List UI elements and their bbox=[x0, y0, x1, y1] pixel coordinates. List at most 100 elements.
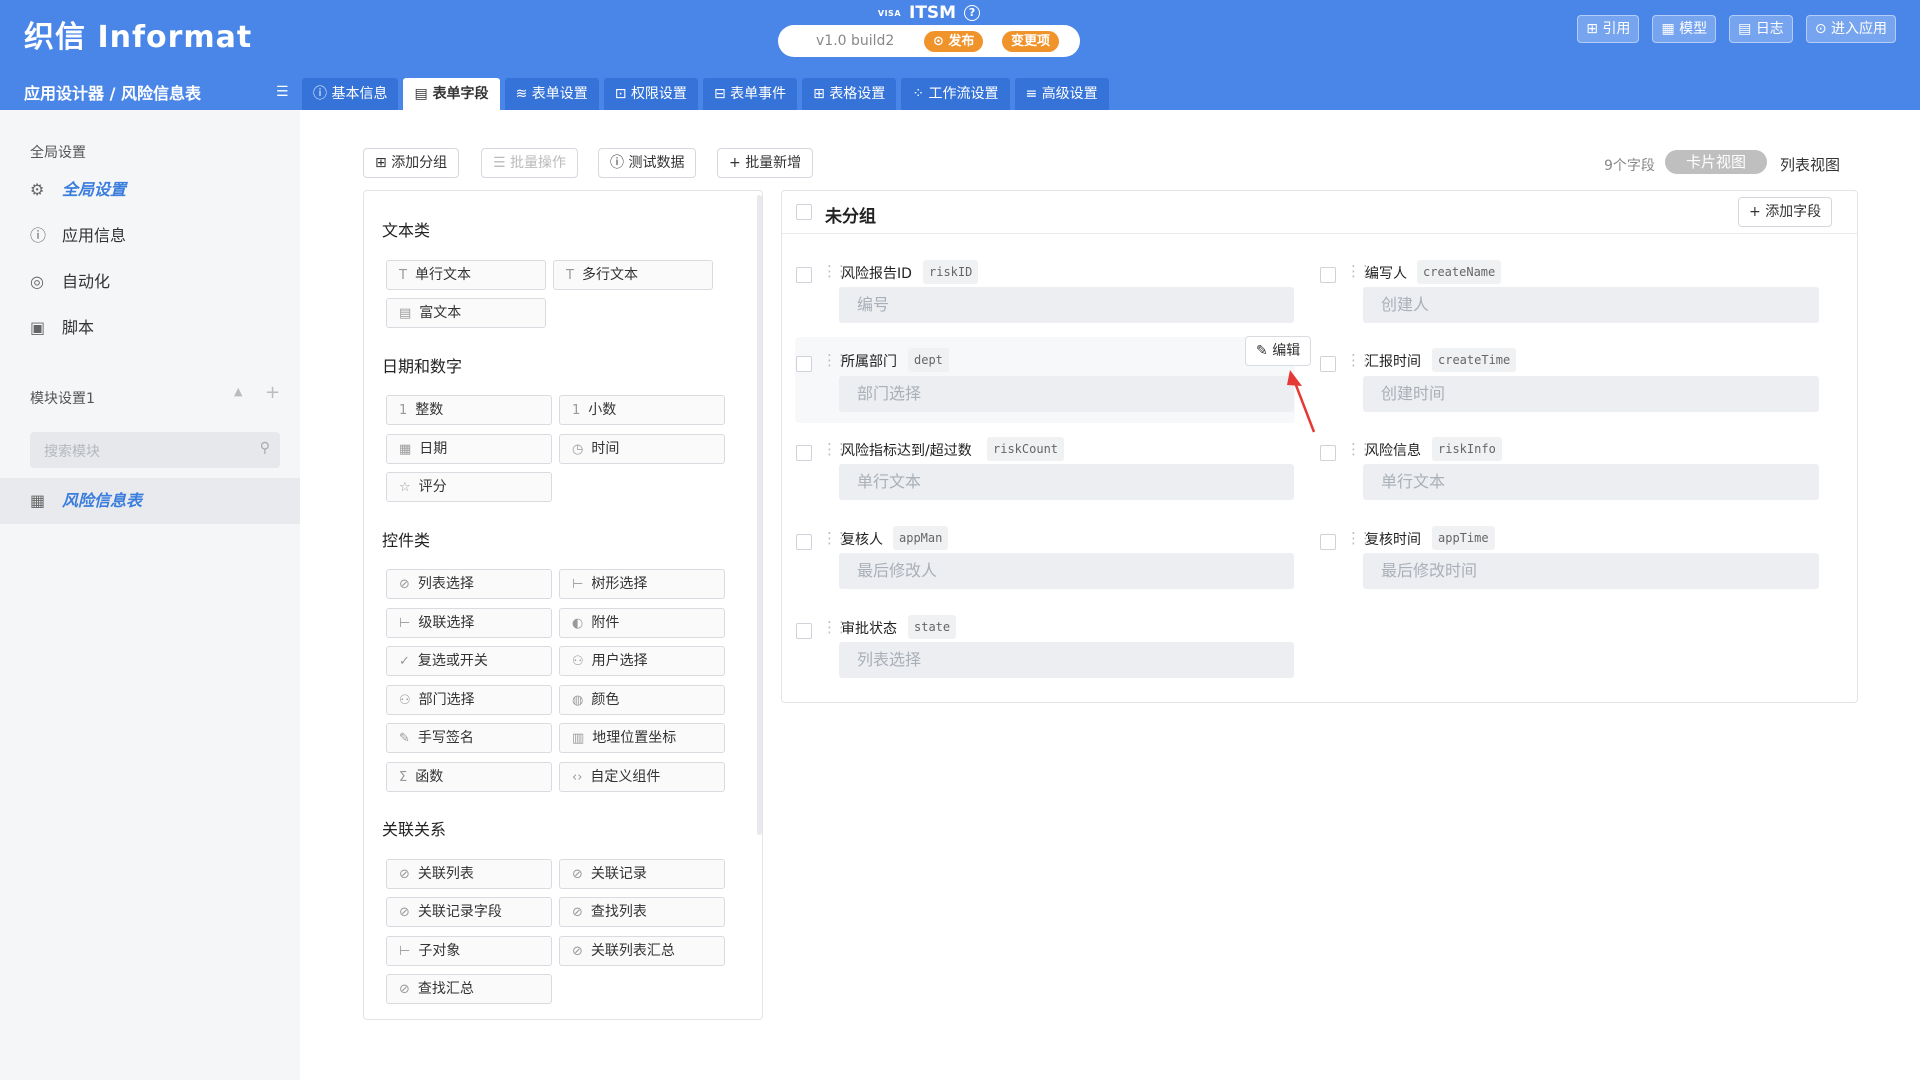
enter-app-button[interactable]: ⊙ 进入应用 bbox=[1805, 15, 1896, 43]
app-center: VISA ITSM ? v1.0 build2 ⊙ 发布 变更项 bbox=[778, 0, 1080, 57]
log-button[interactable]: ▤ 日志 bbox=[1729, 15, 1793, 43]
field-type-related-record-field[interactable]: ⊘ 关联记录字段 bbox=[386, 897, 552, 927]
field-type-attachment[interactable]: ◐ 附件 bbox=[559, 608, 725, 638]
test-data-button[interactable]: ⓘ 测试数据 bbox=[598, 148, 697, 178]
version-box: v1.0 build2 ⊙ 发布 变更项 bbox=[778, 25, 1080, 57]
designer-tabs: ⓘ 基本信息 ▤ 表单字段 ≋ 表单设置 ⊡ 权限设置 ⊟ 表单事件 ⊞ 表格设… bbox=[302, 78, 1109, 110]
field-checkbox[interactable] bbox=[1320, 445, 1336, 461]
field-checkbox[interactable] bbox=[796, 623, 812, 639]
gear-icon: ⚙ bbox=[30, 180, 45, 199]
field-preview-input[interactable]: 单行文本 bbox=[1363, 464, 1819, 500]
tab-form-settings[interactable]: ≋ 表单设置 bbox=[504, 78, 599, 110]
field-label: 风险信息 bbox=[1365, 443, 1421, 459]
field-label: 复核时间 bbox=[1365, 532, 1421, 548]
list-view-toggle[interactable]: 列表视图 bbox=[1780, 154, 1840, 175]
tab-advanced[interactable]: ≡ 高级设置 bbox=[1014, 78, 1109, 110]
sidebar-item-app-info[interactable]: ⓘ 应用信息 bbox=[0, 214, 300, 258]
tab-form-fields[interactable]: ▤ 表单字段 bbox=[403, 78, 500, 110]
field-checkbox[interactable] bbox=[796, 445, 812, 461]
field-type-checkbox[interactable]: ✓ 复选或开关 bbox=[386, 646, 552, 676]
star-icon: ☆ bbox=[399, 480, 411, 495]
link-icon: ⊘ bbox=[572, 944, 583, 959]
breadcrumb: 应用设计器 / 风险信息表 bbox=[24, 84, 201, 103]
help-icon[interactable]: ? bbox=[964, 5, 981, 21]
tab-permissions[interactable]: ⊡ 权限设置 bbox=[603, 78, 698, 110]
group-title: 未分组 bbox=[825, 207, 876, 227]
field-type-date[interactable]: ▦ 日期 bbox=[386, 434, 552, 464]
sidebar-item-global-settings[interactable]: ⚙ 全局设置 bbox=[0, 168, 300, 212]
field-checkbox[interactable] bbox=[796, 534, 812, 550]
field-type-custom-component[interactable]: ‹› 自定义组件 bbox=[559, 762, 725, 792]
field-type-tree-select[interactable]: ⊢ 树形选择 bbox=[559, 569, 725, 599]
field-type-sub-object[interactable]: ⊢ 子对象 bbox=[386, 936, 552, 966]
check-circle-icon: ⊘ bbox=[399, 577, 410, 592]
tab-basic-info[interactable]: ⓘ 基本信息 bbox=[302, 78, 399, 110]
sidebar-item-automation[interactable]: ◎ 自动化 bbox=[0, 260, 300, 304]
changes-button[interactable]: 变更项 bbox=[1002, 31, 1060, 52]
field-type-related-list-summary[interactable]: ⊘ 关联列表汇总 bbox=[559, 936, 725, 966]
field-preview-input[interactable]: 部门选择 bbox=[839, 376, 1294, 412]
field-preview-input[interactable]: 创建人 bbox=[1363, 287, 1819, 323]
field-type-time[interactable]: ◷ 时间 bbox=[559, 434, 725, 464]
collapse-sidebar-icon[interactable]: ☰ bbox=[276, 84, 289, 100]
tree-icon: ⊢ bbox=[399, 944, 411, 959]
field-preview-input[interactable]: 编号 bbox=[839, 287, 1294, 323]
tab-form-events[interactable]: ⊟ 表单事件 bbox=[702, 78, 798, 110]
batch-ops-button[interactable]: ☰ 批量操作 bbox=[481, 148, 579, 178]
field-preview-input[interactable]: 单行文本 bbox=[839, 464, 1294, 500]
card-view-toggle[interactable]: 卡片视图 bbox=[1665, 150, 1767, 174]
field-checkbox[interactable] bbox=[796, 356, 812, 372]
field-type-cascade-select[interactable]: ⊢ 级联选择 bbox=[386, 608, 552, 638]
user-icon: ⚇ bbox=[399, 693, 411, 708]
field-type-signature[interactable]: ✎ 手写签名 bbox=[386, 723, 552, 753]
field-checkbox[interactable] bbox=[1320, 534, 1336, 550]
form-icon: ▤ bbox=[414, 86, 428, 102]
lock-icon: ⊡ bbox=[614, 86, 627, 102]
field-type-integer[interactable]: 1 整数 bbox=[386, 395, 552, 425]
field-type-dept-select[interactable]: ⚇ 部门选择 bbox=[386, 685, 552, 715]
model-button[interactable]: ▦ 模型 bbox=[1652, 15, 1717, 43]
batch-add-button[interactable]: + 批量新增 bbox=[717, 148, 814, 178]
add-field-button[interactable]: + 添加字段 bbox=[1738, 197, 1833, 227]
category-relations: 关联关系 bbox=[382, 820, 447, 839]
field-type-list-select[interactable]: ⊘ 列表选择 bbox=[386, 569, 552, 599]
field-key: createName bbox=[1417, 260, 1502, 284]
sidebar-item-script[interactable]: ▣ 脚本 bbox=[0, 306, 300, 350]
reference-button[interactable]: ⊞ 引用 bbox=[1577, 15, 1640, 43]
add-module-icon[interactable]: + bbox=[265, 382, 280, 403]
field-type-single-text[interactable]: T 单行文本 bbox=[386, 260, 546, 290]
field-preview-input[interactable]: 创建时间 bbox=[1363, 376, 1819, 412]
tab-workflow[interactable]: ⁘ 工作流设置 bbox=[901, 78, 1010, 110]
field-type-geo-location[interactable]: ▥ 地理位置坐标 bbox=[559, 723, 725, 753]
field-preview-input[interactable]: 列表选择 bbox=[839, 642, 1294, 678]
field-preview-input[interactable]: 最后修改时间 bbox=[1363, 553, 1819, 589]
field-type-user-select[interactable]: ⚇ 用户选择 bbox=[559, 646, 725, 676]
field-type-decimal[interactable]: 1 小数 bbox=[559, 395, 725, 425]
sidebar-item-risk-table[interactable]: ▦ 风险信息表 bbox=[0, 478, 300, 524]
field-type-rich-text[interactable]: ▤ 富文本 bbox=[386, 298, 546, 328]
module-search-input[interactable]: 搜索模块 ⚲ bbox=[30, 432, 280, 468]
field-type-related-list[interactable]: ⊘ 关联列表 bbox=[386, 859, 552, 889]
field-checkbox[interactable] bbox=[1320, 267, 1336, 283]
field-key: appMan bbox=[893, 526, 949, 550]
group-checkbox[interactable] bbox=[796, 204, 812, 220]
app-title: VISA ITSM ? bbox=[878, 3, 981, 23]
add-group-button[interactable]: ⊞ 添加分组 bbox=[363, 148, 460, 178]
publish-button[interactable]: ⊙ 发布 bbox=[924, 31, 984, 52]
palette-scrollbar[interactable] bbox=[757, 195, 762, 835]
field-checkbox[interactable] bbox=[796, 267, 812, 283]
search-placeholder: 搜索模块 bbox=[44, 444, 100, 460]
top-header: 织信 Informat 应用设计器 / 风险信息表 ☰ VISA ITSM ? … bbox=[0, 0, 1920, 110]
field-preview-input[interactable]: 最后修改人 bbox=[839, 553, 1294, 589]
field-type-function[interactable]: Σ 函数 bbox=[386, 762, 552, 792]
field-type-multi-text[interactable]: T 多行文本 bbox=[553, 260, 713, 290]
field-type-related-record[interactable]: ⊘ 关联记录 bbox=[559, 859, 725, 889]
tab-table-settings[interactable]: ⊞ 表格设置 bbox=[802, 78, 897, 110]
field-type-lookup-summary[interactable]: ⊘ 查找汇总 bbox=[386, 974, 552, 1004]
field-type-rating[interactable]: ☆ 评分 bbox=[386, 472, 552, 502]
field-type-color[interactable]: ◍ 颜色 bbox=[559, 685, 725, 715]
script-icon: ▣ bbox=[30, 318, 46, 337]
edit-icon: ✎ bbox=[1256, 343, 1268, 359]
sort-icon[interactable]: ▲ bbox=[234, 385, 242, 398]
field-type-lookup-list[interactable]: ⊘ 查找列表 bbox=[559, 897, 725, 927]
